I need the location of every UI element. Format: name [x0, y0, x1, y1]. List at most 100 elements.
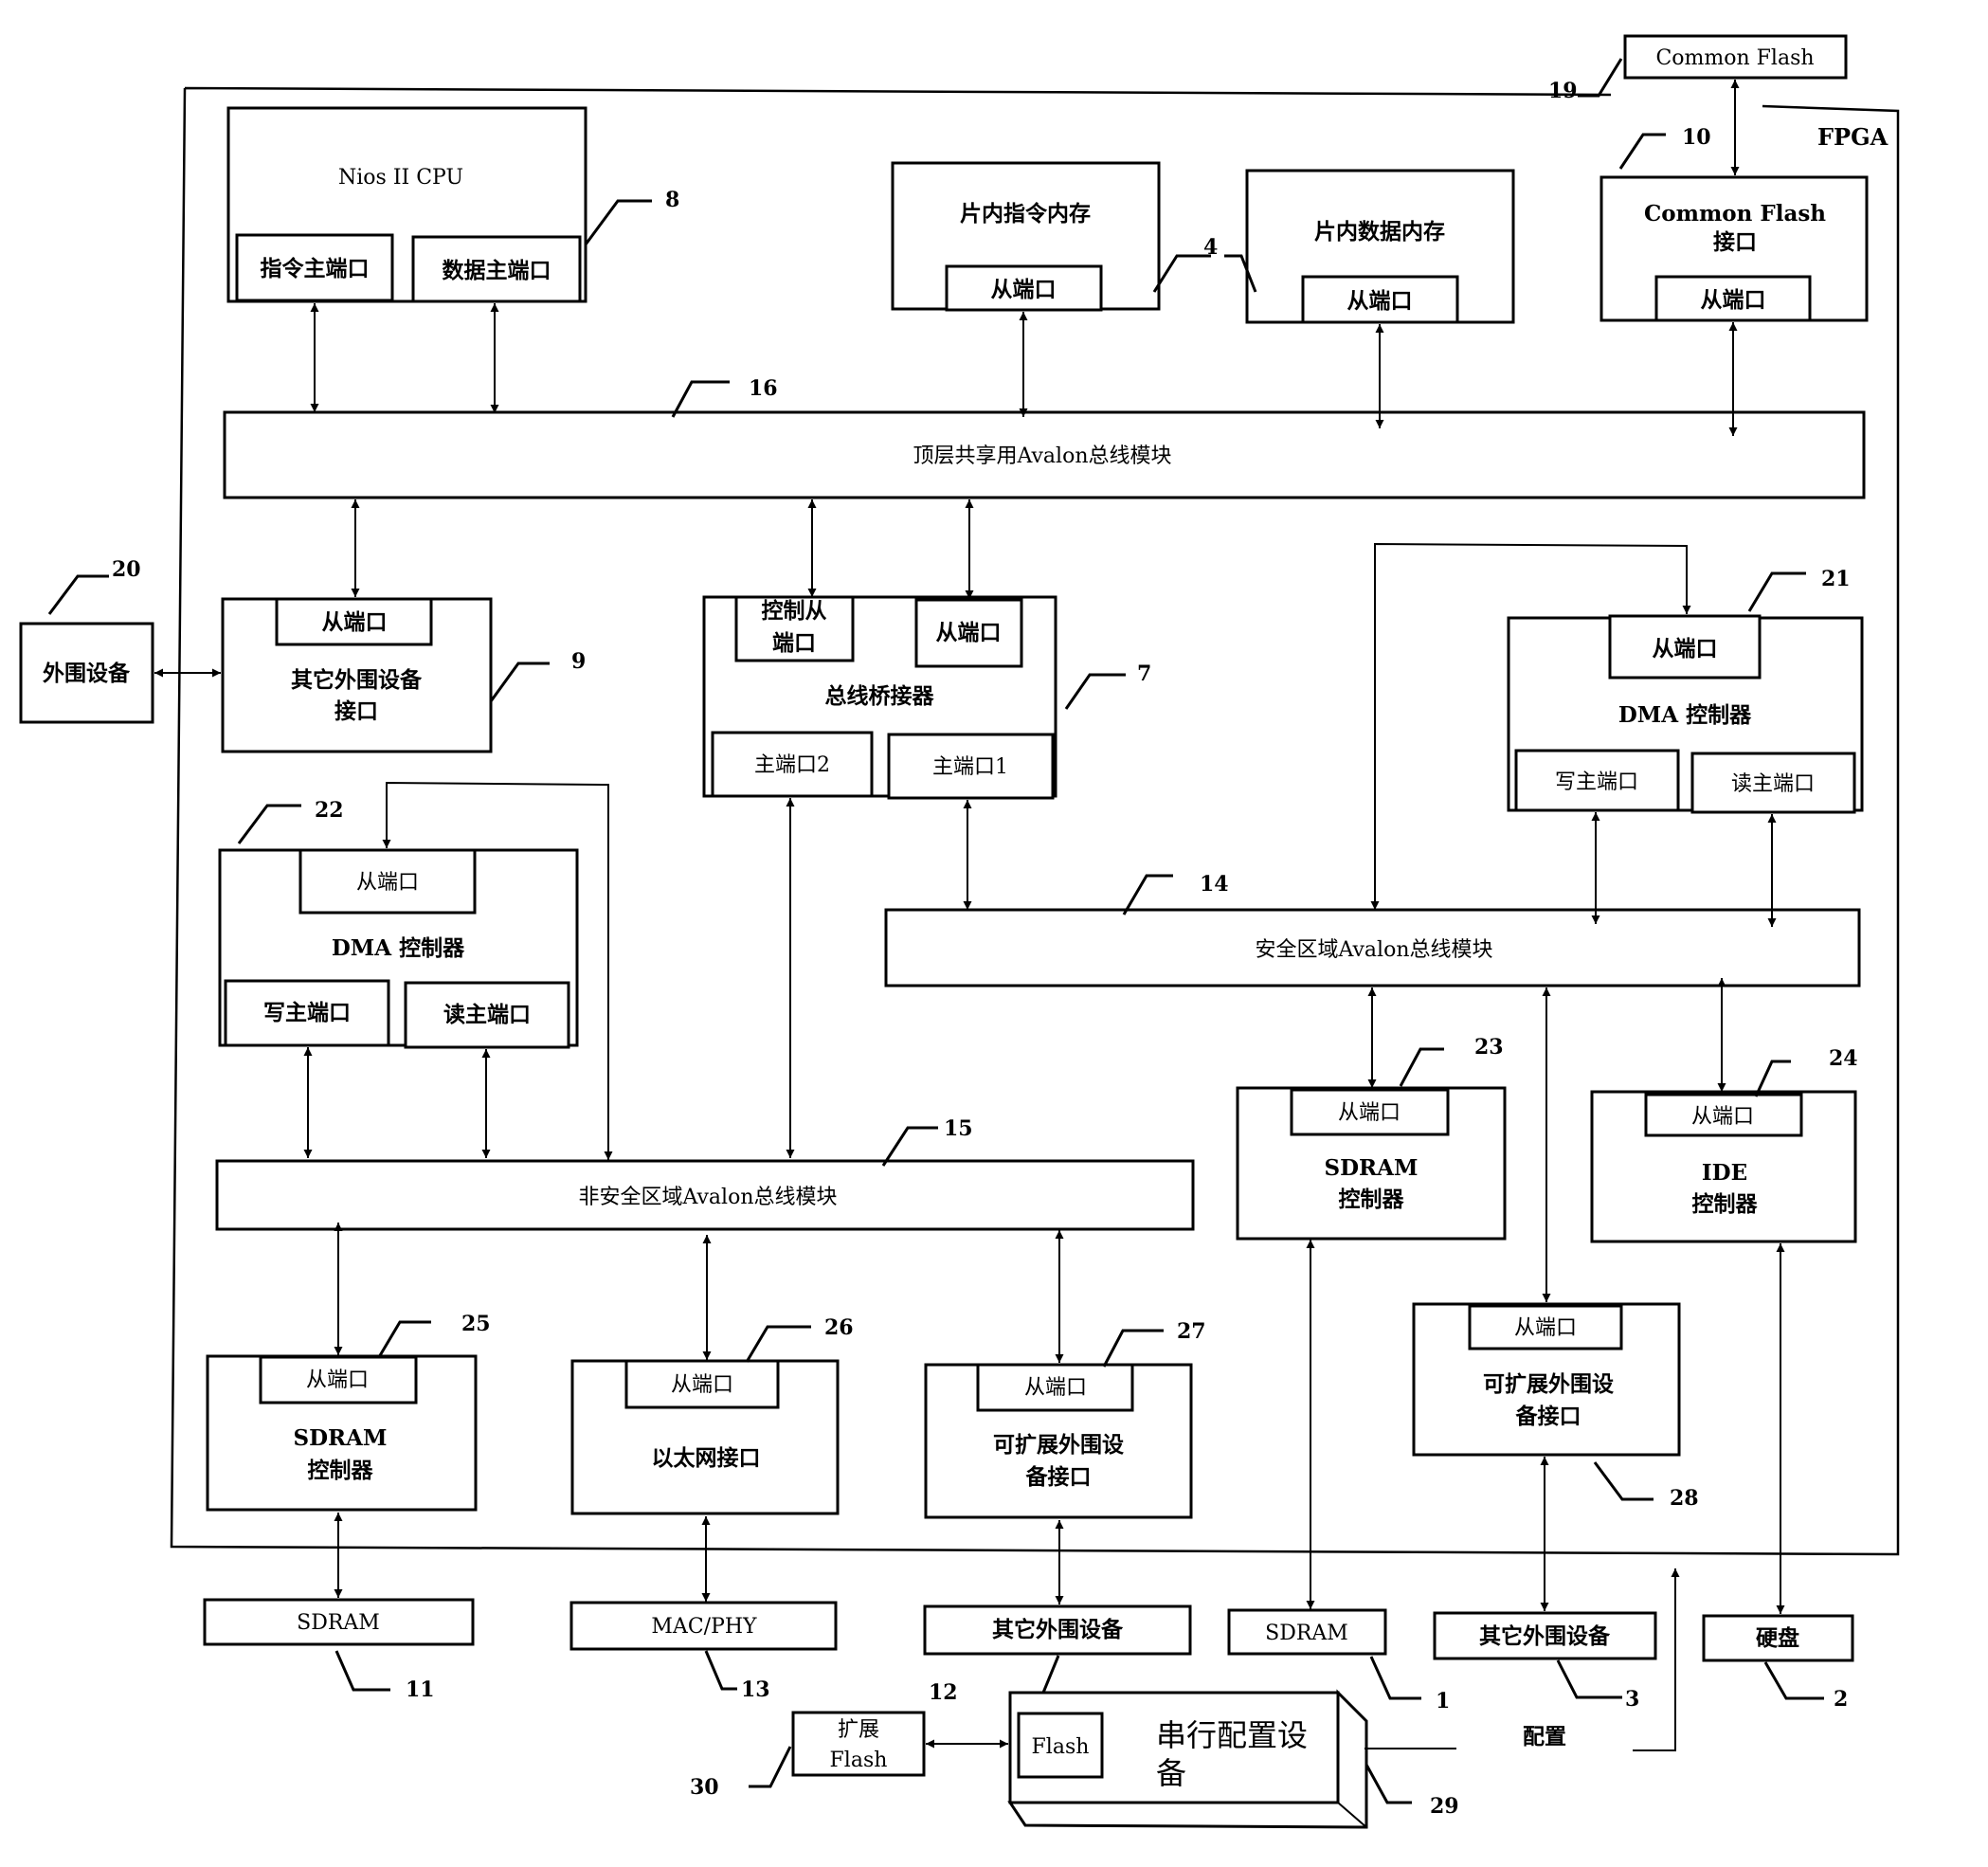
expansion-interface-title-2: 备接口: [1025, 1464, 1092, 1490]
leader-line-20: [47, 574, 109, 615]
mac-phy-label: MAC/PHY: [651, 1615, 757, 1639]
nios-cpu-block: Nios II CPU 指令主端口 数据主端口: [226, 106, 587, 303]
sdram-controller-title-2: 控制器: [1339, 1187, 1405, 1212]
secure-avalon-bus-label: 安全区域Avalon总线模块: [1256, 938, 1493, 962]
common-flash-interface: Common Flash 接口 从端口: [1599, 175, 1869, 322]
write-master-port-label: 写主端口: [263, 1000, 351, 1025]
slave-port-label: 从端口: [1024, 1376, 1087, 1400]
ref-number-23: 23: [1474, 1035, 1504, 1060]
leader-line-23: [1399, 1047, 1444, 1087]
common-flash-external-label: Common Flash: [1655, 46, 1814, 70]
ref-number-2: 2: [1834, 1687, 1848, 1712]
dma-controller-nonsecure: 从端口 DMA 控制器 写主端口 读主端口: [218, 848, 579, 1049]
expansion-peripheral-interface-nonsecure: 从端口 可扩展外围设 备接口: [924, 1363, 1193, 1519]
other-peripheral-interface: 从端口 其它外围设备 接口: [221, 597, 493, 753]
serial-config-flash-label: Flash: [1032, 1735, 1090, 1759]
serial-config-title-1: 串行配置设: [1156, 1717, 1308, 1753]
leader-line-26: [745, 1325, 811, 1363]
ide-controller-title-2: 控制器: [1692, 1191, 1759, 1217]
bus-bridge-title: 总线桥接器: [825, 683, 935, 709]
leader-line-9: [489, 662, 550, 702]
leader-line-19: [1578, 58, 1623, 98]
ref-number-24: 24: [1829, 1046, 1858, 1071]
sdram-controller-title-1: SDRAM: [294, 1425, 388, 1451]
onchip-instruction-memory: 片内指令内存 从端口: [891, 161, 1161, 312]
read-master-port-label: 读主端口: [443, 1002, 531, 1027]
config-label: 配置: [1523, 1724, 1566, 1749]
slave-port-label: 从端口: [1347, 288, 1413, 314]
ref-number-8: 8: [665, 188, 679, 212]
dma-controller-secure: 从端口 DMA 控制器 写主端口 读主端口: [1507, 614, 1864, 814]
ref-number-9: 9: [571, 649, 586, 674]
ref-number-29: 29: [1430, 1794, 1459, 1819]
slave-port-label: 从端口: [1691, 1105, 1754, 1129]
control-slave-port-label-2: 端口: [772, 630, 816, 656]
other-peripheral-secure-label: 其它外围设备: [1479, 1623, 1611, 1649]
slave-port-label: 从端口: [356, 871, 419, 895]
nonsecure-avalon-bus-label: 非安全区域Avalon总线模块: [579, 1186, 838, 1209]
expansion-interface-title-2: 备接口: [1515, 1404, 1581, 1429]
ref-number-26: 26: [824, 1315, 854, 1340]
slave-port-label: 从端口: [991, 277, 1057, 302]
leader-line-7: [1064, 673, 1126, 710]
control-slave-port-label-1: 控制从: [762, 598, 827, 624]
ref-number-3: 3: [1625, 1687, 1639, 1712]
hard-disk-label: 硬盘: [1756, 1625, 1799, 1651]
expansion-flash-label-2: Flash: [830, 1749, 888, 1772]
common-flash-interface-title-1: Common Flash: [1644, 201, 1826, 227]
ref-number-14: 14: [1200, 872, 1229, 897]
leader-line-4: [1152, 254, 1257, 293]
onchip-instruction-memory-title: 片内指令内存: [960, 201, 1091, 227]
slave-port-label: 从端口: [1514, 1316, 1577, 1340]
dma-controller-title: DMA 控制器: [1618, 702, 1752, 728]
ref-number-11: 11: [406, 1677, 435, 1702]
sdram-controller-title-1: SDRAM: [1325, 1155, 1419, 1181]
onchip-data-memory-title: 片内数据内存: [1314, 219, 1445, 245]
ref-number-7: 7: [1137, 662, 1151, 686]
ref-number-30: 30: [690, 1775, 719, 1800]
expansion-interface-title-1: 可扩展外围设: [1483, 1371, 1614, 1397]
ref-number-16: 16: [749, 376, 778, 401]
slave-port-label: 从端口: [1338, 1101, 1401, 1125]
leader-line-3: [1556, 1659, 1622, 1699]
leader-line-21: [1747, 571, 1806, 612]
expansion-flash-label-1: 扩展: [838, 1718, 879, 1742]
leader-line-8: [584, 199, 652, 245]
expansion-interface-title-1: 可扩展外围设: [993, 1432, 1124, 1458]
instruction-master-port-label: 指令主端口: [261, 256, 370, 281]
leader-line-29: [1364, 1764, 1412, 1804]
other-peripheral-interface-title-1: 其它外围设备: [291, 667, 423, 693]
leader-line-1: [1369, 1656, 1421, 1700]
slave-port-label: 从端口: [671, 1373, 733, 1397]
leader-line-11: [334, 1650, 390, 1692]
leader-line-12: [1028, 1655, 1060, 1695]
master-port-1-label: 主端口1: [932, 755, 1008, 779]
bus-bridge: 控制从 端口 从端口 总线桥接器 主端口2 主端口1: [702, 595, 1057, 800]
other-peripheral-nonsecure-label: 其它外围设备: [992, 1617, 1124, 1642]
leader-line-25: [377, 1320, 431, 1358]
serial-config-device: Flash 串行配置设 备: [1007, 1689, 1368, 1829]
write-master-port-label: 写主端口: [1555, 770, 1638, 794]
data-master-port-label: 数据主端口: [443, 258, 551, 283]
fpga-label: FPGA: [1817, 123, 1889, 151]
ref-number-22: 22: [315, 798, 344, 823]
external-peripheral-label: 外围设备: [43, 661, 131, 686]
ref-number-21: 21: [1821, 567, 1851, 591]
ethernet-interface: 从端口 以太网接口: [570, 1359, 840, 1515]
slave-port-label: 从端口: [936, 620, 1002, 645]
slave-port-label: 从端口: [1653, 636, 1718, 662]
ref-number-4: 4: [1203, 235, 1218, 260]
sdram-controller-secure: 从端口 SDRAM 控制器: [1236, 1086, 1507, 1241]
ref-number-13: 13: [741, 1677, 770, 1702]
sdram-controller-nonsecure: 从端口 SDRAM 控制器: [206, 1354, 478, 1512]
ref-number-19: 19: [1548, 79, 1578, 103]
ref-number-10: 10: [1682, 125, 1711, 150]
ethernet-interface-title: 以太网接口: [652, 1445, 761, 1471]
ref-number-1: 1: [1436, 1689, 1450, 1713]
leader-line-13: [704, 1650, 737, 1691]
ref-number-15: 15: [944, 1116, 973, 1141]
sdram-external-nonsecure-label: SDRAM: [297, 1611, 380, 1635]
onchip-data-memory: 片内数据内存 从端口: [1245, 169, 1515, 324]
leader-line-28: [1593, 1461, 1654, 1501]
other-peripheral-interface-title-2: 接口: [334, 698, 378, 724]
